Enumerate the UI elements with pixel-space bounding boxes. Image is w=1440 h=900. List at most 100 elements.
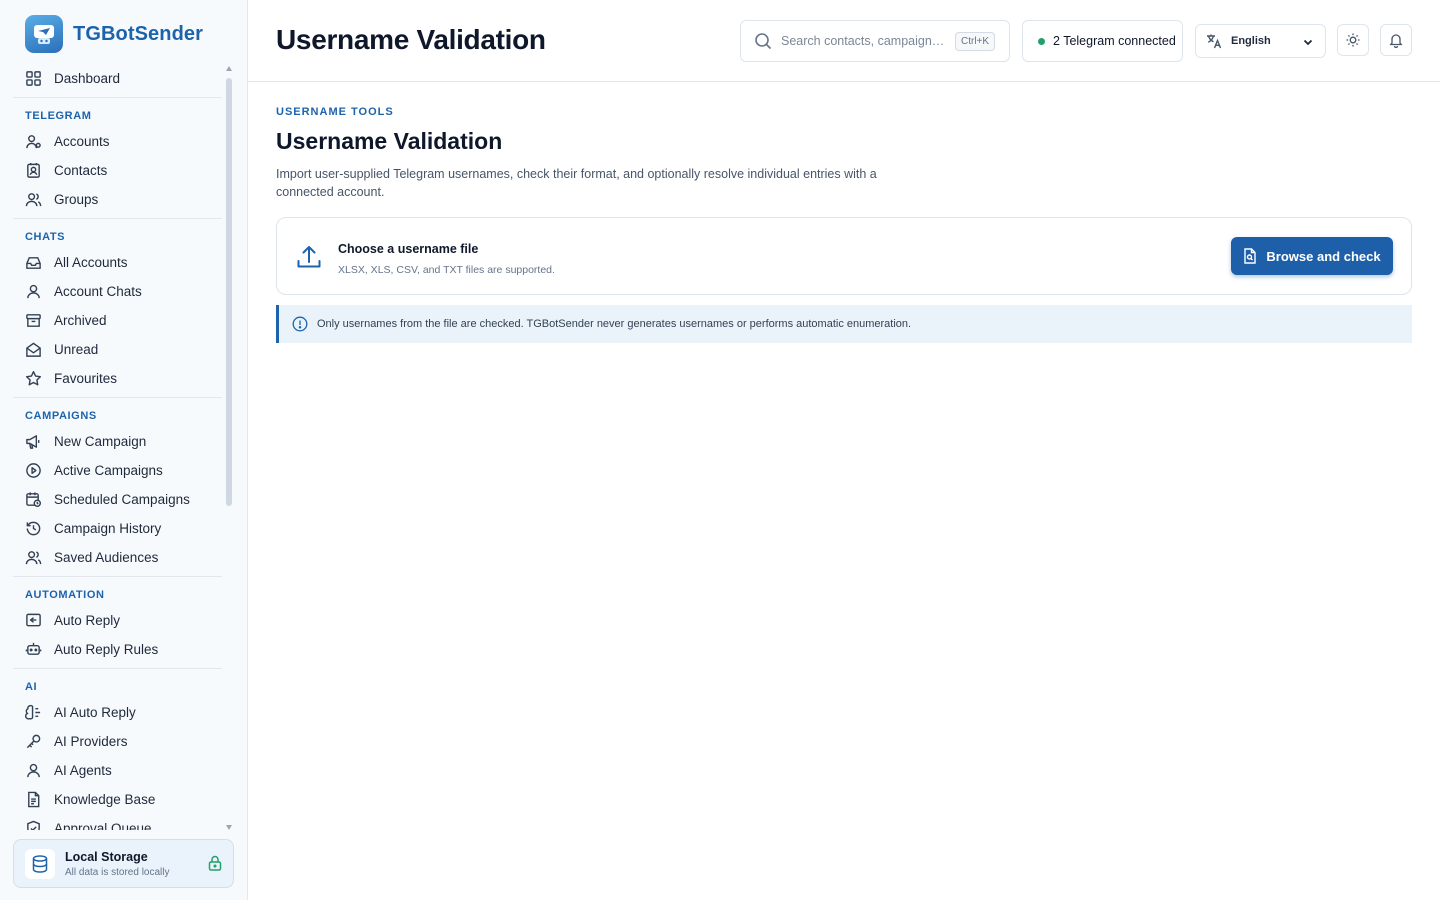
file-upload-card: Choose a username file XLSX, XLS, CSV, a… xyxy=(276,217,1412,295)
sidebar-item-account-chats[interactable]: Account Chats xyxy=(13,277,222,306)
sidebar-item-label: Auto Reply xyxy=(54,613,121,628)
agent-icon xyxy=(27,763,40,778)
contacts-icon xyxy=(27,162,40,178)
sidebar-scrollbar[interactable] xyxy=(226,66,232,830)
archive-icon xyxy=(26,314,41,327)
user-icon xyxy=(27,284,40,299)
section-chats: CHATS xyxy=(13,218,222,248)
scroll-down-arrow-icon[interactable] xyxy=(226,825,232,830)
sidebar-item-label: Contacts xyxy=(54,163,108,178)
info-notice: Only usernames from the file are checked… xyxy=(276,305,1412,343)
envelope-open-icon xyxy=(26,342,41,357)
sidebar-item-knowledge-base[interactable]: Knowledge Base xyxy=(13,785,222,814)
translate-icon xyxy=(1207,34,1222,49)
storage-subtitle: All data is stored locally xyxy=(65,866,170,878)
telegram-connection-status[interactable]: 2 Telegram connected xyxy=(1022,20,1183,62)
groups-icon xyxy=(25,193,42,207)
notifications-button[interactable] xyxy=(1380,24,1412,56)
sidebar-item-label: Active Campaigns xyxy=(54,463,163,478)
database-icon xyxy=(25,848,55,879)
file-search-icon xyxy=(1244,248,1257,264)
section-telegram: TELEGRAM xyxy=(13,97,222,127)
scroll-up-arrow-icon[interactable] xyxy=(226,66,232,71)
sidebar-item-label: AI Providers xyxy=(54,734,128,749)
sidebar-item-ai-providers[interactable]: AI Providers xyxy=(13,727,222,756)
sidebar-item-label: Account Chats xyxy=(54,284,142,299)
chevron-down-icon xyxy=(1303,39,1313,46)
sidebar-item-groups[interactable]: Groups xyxy=(13,185,222,214)
sidebar-item-label: Approval Queue xyxy=(54,821,152,830)
notice-text: Only usernames from the file are checked… xyxy=(317,318,912,330)
sidebar-item-unread[interactable]: Unread xyxy=(13,335,222,364)
section-automation: AUTOMATION xyxy=(13,576,222,606)
sidebar-item-auto-reply-rules[interactable]: Auto Reply Rules xyxy=(13,635,222,664)
sidebar-item-accounts[interactable]: Accounts xyxy=(13,127,222,156)
sidebar-item-contacts[interactable]: Contacts xyxy=(13,156,222,185)
header-title: Username Validation xyxy=(276,24,546,55)
sidebar-item-new-campaign[interactable]: New Campaign xyxy=(13,427,222,456)
sidebar-item-ai-auto-reply[interactable]: AI Auto Reply xyxy=(13,698,222,727)
local-storage-card[interactable]: Local Storage All data is stored locally xyxy=(13,839,234,888)
sidebar-item-archived[interactable]: Archived xyxy=(13,306,222,335)
scrollbar-thumb[interactable] xyxy=(226,78,232,506)
global-search[interactable]: Search contacts, campaigns, t... Ctrl+K xyxy=(740,20,1010,62)
document-icon xyxy=(28,791,40,808)
key-icon xyxy=(26,734,41,749)
sidebar-item-ai-agents[interactable]: AI Agents xyxy=(13,756,222,785)
sidebar-item-approval-queue[interactable]: Approval Queue xyxy=(13,814,222,830)
history-icon xyxy=(26,521,41,536)
page-title: Username Validation xyxy=(276,128,503,154)
browse-and-check-button[interactable]: Browse and check xyxy=(1231,237,1393,275)
sidebar-item-scheduled-campaigns[interactable]: Scheduled Campaigns xyxy=(13,485,222,514)
sidebar-item-label: Dashboard xyxy=(54,71,121,86)
status-dot-icon xyxy=(1038,37,1045,45)
theme-toggle-button[interactable] xyxy=(1337,24,1369,56)
connection-status-text: 2 Telegram connected xyxy=(1053,34,1176,48)
language-select[interactable]: English xyxy=(1195,24,1326,58)
sidebar-item-label: AI Agents xyxy=(54,763,112,778)
sidebar-item-favourites[interactable]: Favourites xyxy=(13,364,222,393)
sidebar-item-label: All Accounts xyxy=(54,255,128,270)
lock-icon xyxy=(208,855,222,871)
sun-icon xyxy=(1346,33,1360,47)
inbox-icon xyxy=(26,257,41,269)
sidebar-item-auto-reply[interactable]: Auto Reply xyxy=(13,606,222,635)
audience-icon xyxy=(25,551,42,565)
sidebar-item-campaign-history[interactable]: Campaign History xyxy=(13,514,222,543)
sidebar-item-label: Auto Reply Rules xyxy=(54,642,159,657)
sidebar: TGBotSender Dashboard TELEGRAM Accounts … xyxy=(0,0,248,900)
shield-check-icon xyxy=(27,820,40,830)
section-eyebrow: USERNAME TOOLS xyxy=(276,106,394,118)
brand[interactable]: TGBotSender xyxy=(25,15,203,53)
browse-button-label: Browse and check xyxy=(1266,248,1381,264)
sidebar-item-saved-audiences[interactable]: Saved Audiences xyxy=(13,543,222,572)
brain-icon xyxy=(25,704,41,720)
storage-text: Local Storage All data is stored locally xyxy=(65,850,170,878)
sidebar-item-all-accounts[interactable]: All Accounts xyxy=(13,248,222,277)
sidebar-item-label: Unread xyxy=(54,342,99,357)
search-input[interactable]: Search contacts, campaigns, t... xyxy=(781,34,946,48)
sidebar-item-label: Favourites xyxy=(54,371,118,386)
upload-icon xyxy=(297,246,321,268)
upload-subtitle: XLSX, XLS, CSV, and TXT files are suppor… xyxy=(338,264,555,276)
accounts-icon xyxy=(26,135,41,149)
search-shortcut: Ctrl+K xyxy=(955,31,996,51)
section-campaigns: CAMPAIGNS xyxy=(13,397,222,427)
bot-icon xyxy=(25,642,42,655)
sidebar-item-label: Archived xyxy=(54,313,107,328)
info-icon xyxy=(292,316,308,332)
megaphone-icon xyxy=(26,435,40,449)
storage-title: Local Storage xyxy=(65,849,148,864)
app-name: TGBotSender xyxy=(73,22,203,45)
sidebar-item-dashboard[interactable]: Dashboard xyxy=(13,64,222,93)
search-icon xyxy=(755,33,772,50)
page-description: Import user-supplied Telegram usernames,… xyxy=(276,167,877,199)
sidebar-item-label: AI Auto Reply xyxy=(54,705,136,720)
calendar-clock-icon xyxy=(26,492,42,508)
sidebar-item-label: Groups xyxy=(54,192,99,207)
sidebar-item-active-campaigns[interactable]: Active Campaigns xyxy=(13,456,222,485)
reply-icon xyxy=(26,613,41,627)
bell-icon xyxy=(1389,34,1403,48)
app-logo-icon xyxy=(25,15,63,53)
sidebar-item-label: Saved Audiences xyxy=(54,550,159,565)
